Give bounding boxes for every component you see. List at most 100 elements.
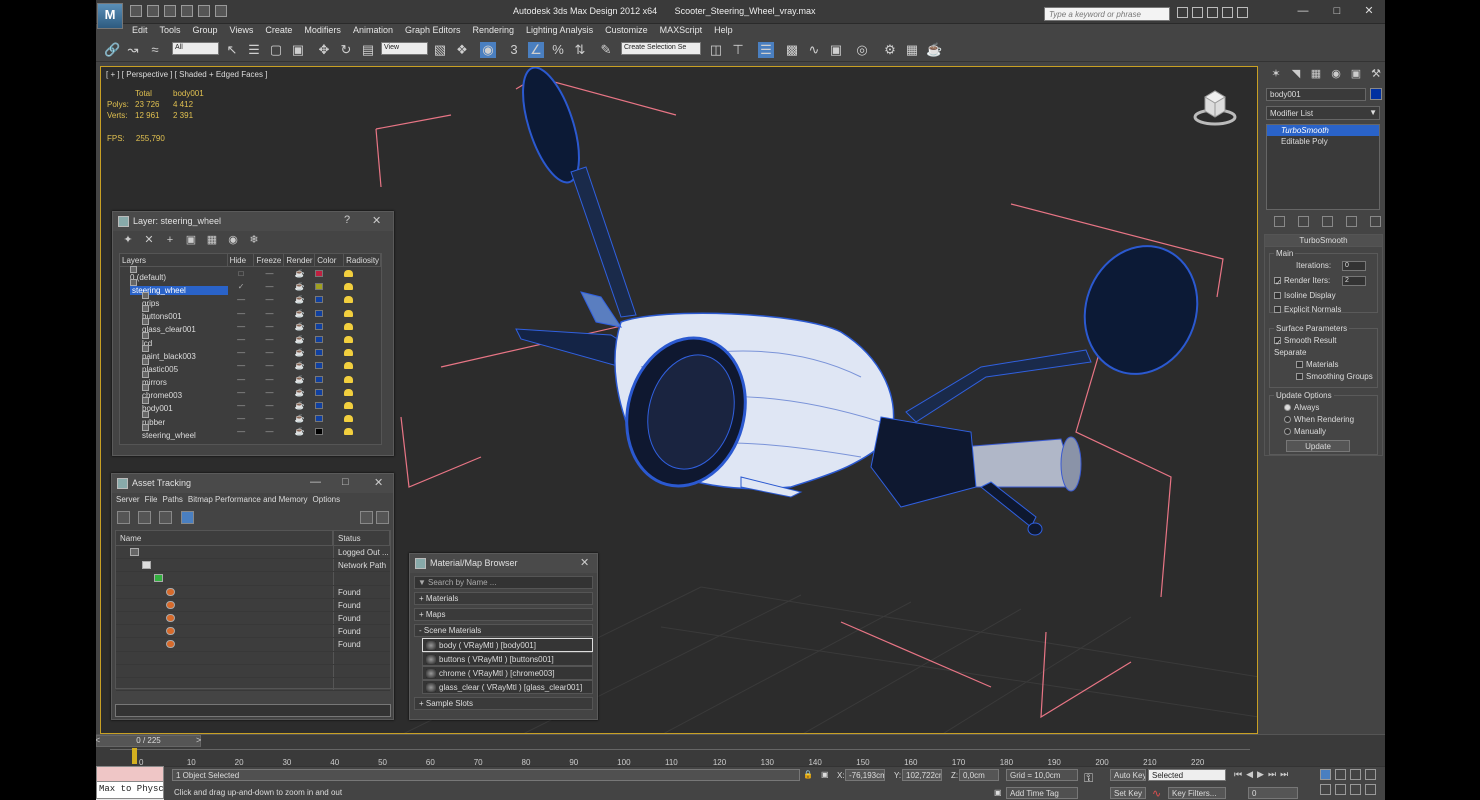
asset-close-button[interactable]: ✕ (374, 476, 383, 489)
layer-color-swatch[interactable] (315, 283, 344, 291)
layer-color-swatch[interactable] (315, 362, 344, 370)
layer-color-swatch[interactable] (315, 428, 344, 436)
asset-menu-bitmap-performance[interactable]: Bitmap Performance and Memory (188, 495, 313, 508)
column-radiosity[interactable]: Radiosity (344, 254, 381, 266)
asset-help-icon[interactable] (360, 511, 373, 524)
layer-freeze-toggle[interactable]: — (255, 361, 285, 370)
asset-settings-icon[interactable] (376, 511, 389, 524)
open-file-icon[interactable] (147, 5, 159, 17)
layer-freeze-toggle[interactable]: — (255, 427, 285, 436)
binoculars-icon[interactable] (1177, 7, 1188, 18)
layer-hide-toggle[interactable]: — (228, 375, 255, 384)
radiosity-bulb-icon[interactable] (344, 336, 381, 344)
hide-all-layers-icon[interactable]: ◉ (227, 234, 239, 246)
save-icon[interactable] (164, 5, 176, 17)
app-logo-icon[interactable]: M (97, 3, 123, 29)
radiosity-bulb-icon[interactable] (344, 296, 381, 304)
key-mode-dropdown[interactable]: Selected (1148, 769, 1226, 781)
set-key-icon[interactable]: ⚿ (1084, 771, 1093, 786)
select-manipulate-icon[interactable]: ❖ (454, 42, 470, 58)
layer-color-swatch[interactable] (315, 322, 344, 330)
schematic-view-icon[interactable]: ▣ (828, 42, 844, 58)
add-time-tag-button[interactable]: Add Time Tag (1006, 787, 1078, 799)
select-by-name-icon[interactable]: ☰ (246, 42, 262, 58)
asset-name-cell[interactable]: Scooter_Steering_Wheel_vray.max (116, 559, 333, 571)
asset-name-cell[interactable]: a_reflect.png (116, 638, 333, 651)
pivot-center-icon[interactable]: ▧ (432, 42, 448, 58)
layer-freeze-toggle[interactable]: — (255, 414, 285, 423)
move-icon[interactable]: ✥ (316, 42, 332, 58)
isoline-checkbox[interactable] (1274, 292, 1281, 300)
column-status[interactable]: Status (333, 531, 390, 545)
rotate-icon[interactable]: ↻ (338, 42, 354, 58)
radiosity-bulb-icon[interactable] (344, 428, 381, 436)
layer-hide-toggle[interactable]: — (228, 348, 255, 357)
maps-section[interactable]: + Maps (414, 608, 593, 621)
column-hide[interactable]: Hide (228, 254, 255, 266)
menu-edit[interactable]: Edit (126, 24, 154, 37)
modify-tab-icon[interactable]: ◥ (1288, 66, 1304, 82)
layer-freeze-toggle[interactable]: — (255, 322, 285, 331)
material-search-input[interactable]: ▼ Search by Name ... (414, 576, 593, 589)
layer-hide-toggle[interactable]: — (228, 401, 255, 410)
create-tab-icon[interactable]: ✶ (1268, 66, 1284, 82)
layer-freeze-toggle[interactable]: — (255, 282, 285, 291)
selection-filter-dropdown[interactable]: All (172, 42, 219, 55)
zoom-all-icon[interactable] (1335, 769, 1346, 780)
select-link-icon[interactable]: 🔗 (104, 42, 120, 58)
layer-hide-toggle[interactable]: — (228, 414, 255, 423)
utilities-tab-icon[interactable]: ⚒ (1368, 66, 1384, 82)
minimize-button[interactable]: — (1286, 0, 1320, 22)
asset-path-field[interactable] (115, 704, 391, 717)
rendered-frame-window-icon[interactable]: ▦ (904, 42, 920, 58)
render-teapot-icon[interactable]: ☕ (284, 348, 315, 357)
time-slider-prev-icon[interactable]: < (96, 735, 100, 745)
radiosity-bulb-icon[interactable] (344, 401, 381, 409)
render-iters-spinner[interactable]: 2 (1342, 276, 1366, 286)
menu-customize[interactable]: Customize (599, 24, 654, 37)
stack-item-turbosmooth[interactable]: TurboSmooth (1267, 125, 1379, 136)
layer-color-swatch[interactable] (315, 336, 344, 344)
radiosity-bulb-icon[interactable] (344, 309, 381, 317)
subscription-icon[interactable] (1192, 7, 1203, 18)
render-teapot-icon[interactable]: ☕ (284, 295, 315, 304)
window-crossing-icon[interactable]: ▣ (290, 42, 306, 58)
smooth-result-checkbox[interactable]: ✓ (1274, 337, 1282, 347)
sample-slots-section[interactable]: + Sample Slots (414, 697, 593, 710)
new-file-icon[interactable] (130, 5, 142, 17)
reference-coordinate-dropdown[interactable]: View (381, 42, 428, 55)
z-coordinate-field[interactable]: 0,0cm (959, 769, 999, 781)
radiosity-bulb-icon[interactable] (344, 388, 381, 396)
radiosity-bulb-icon[interactable] (344, 349, 381, 357)
asset-minimize-button[interactable]: — (310, 476, 321, 488)
asset-row[interactable]: Maps / Shaders (116, 572, 390, 586)
asset-name-cell[interactable]: a_diffuse.png (116, 599, 333, 611)
named-selection-set-dropdown[interactable]: Create Selection Se (621, 42, 701, 55)
field-of-view-icon[interactable] (1320, 784, 1331, 795)
edit-named-selection-icon[interactable]: ✎ (598, 42, 614, 58)
asset-row[interactable]: Scooter_Steering_Wheel_vray.maxNetwork P… (116, 559, 390, 573)
asset-menu-file[interactable]: File (145, 495, 163, 508)
go-to-end-icon[interactable]: ⏭ (1280, 769, 1288, 782)
column-freeze[interactable]: Freeze (254, 254, 285, 266)
add-to-layer-icon[interactable]: + (164, 234, 176, 246)
layer-row[interactable]: steering_wheel — — ☕ (120, 423, 381, 440)
materials-section[interactable]: + Materials (414, 592, 593, 605)
menu-maxscript[interactable]: MAXScript (654, 24, 709, 37)
asset-menu-options[interactable]: Options (313, 495, 346, 508)
asset-row[interactable]: a_glossy.pngFound (116, 611, 390, 626)
scene-material-item[interactable]: body ( VRayMtl ) [body001] (422, 638, 593, 652)
render-teapot-icon[interactable]: ☕ (284, 309, 315, 318)
time-cursor[interactable] (132, 748, 137, 764)
scene-material-item[interactable]: glass_clear ( VRayMtl ) [glass_clear001] (422, 680, 593, 694)
close-button[interactable]: ✕ (1352, 0, 1385, 22)
graphite-ribbon-icon[interactable]: ▩ (784, 42, 800, 58)
asset-row[interactable]: a_diffuse.pngFound (116, 598, 390, 612)
render-teapot-icon[interactable]: ☕ (284, 282, 315, 291)
layer-hide-toggle[interactable]: ✓ (228, 282, 255, 291)
asset-row[interactable]: a_ior.pngFound (116, 625, 390, 639)
motion-tab-icon[interactable]: ◉ (1328, 66, 1344, 82)
undo-icon[interactable] (181, 5, 193, 17)
scene-material-item[interactable]: chrome ( VRayMtl ) [chrome003] (422, 666, 593, 680)
layer-color-swatch[interactable] (315, 309, 344, 317)
